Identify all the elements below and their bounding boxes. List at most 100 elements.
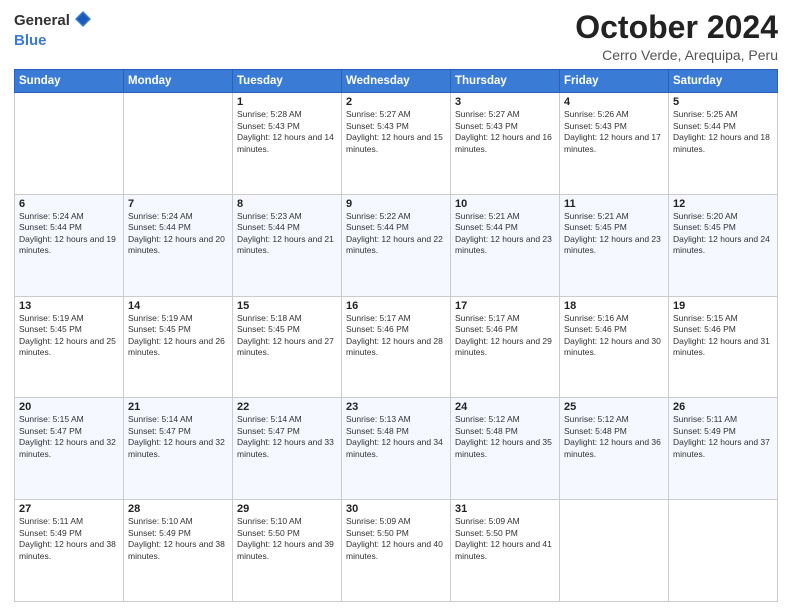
sunrise-text: Sunrise: 5:16 AM bbox=[564, 313, 629, 323]
sunset-text: Sunset: 5:44 PM bbox=[346, 222, 409, 232]
daylight-text: Daylight: 12 hours and 15 minutes. bbox=[346, 132, 443, 153]
day-info: Sunrise: 5:22 AMSunset: 5:44 PMDaylight:… bbox=[346, 211, 446, 257]
day-info: Sunrise: 5:14 AM Sunset: 5:47 PMDaylight:… bbox=[237, 414, 337, 460]
table-row: 2Sunrise: 5:27 AMSunset: 5:43 PMDaylight… bbox=[342, 93, 451, 195]
sunset-text: Sunset: 5:43 PM bbox=[346, 121, 409, 131]
day-info: Sunrise: 5:27 AMSunset: 5:43 PMDaylight:… bbox=[346, 109, 446, 155]
sunrise-text: Sunrise: 5:28 AM bbox=[237, 109, 302, 119]
sunrise-text: Sunrise: 5:12 AM bbox=[564, 414, 629, 424]
logo-flag-icon bbox=[74, 10, 92, 33]
day-number: 19 bbox=[673, 300, 773, 312]
table-row: 27Sunrise: 5:11 AMSunset: 5:49 PMDayligh… bbox=[15, 500, 124, 602]
day-number: 13 bbox=[19, 300, 119, 312]
table-row: 4Sunrise: 5:26 AMSunset: 5:43 PMDaylight… bbox=[560, 93, 669, 195]
day-info: Sunrise: 5:24 AMSunset: 5:44 PMDaylight:… bbox=[19, 211, 119, 257]
table-row: 11Sunrise: 5:21 AMSunset: 5:45 PMDayligh… bbox=[560, 194, 669, 296]
page-title: October 2024 bbox=[575, 10, 778, 45]
daylight-text: Daylight: 12 hours and 35 minutes. bbox=[455, 437, 552, 458]
table-row bbox=[15, 93, 124, 195]
sunset-text: Sunset: 5:50 PM bbox=[237, 528, 300, 538]
header-sunday: Sunday bbox=[15, 70, 124, 93]
table-row: 18Sunrise: 5:16 AMSunset: 5:46 PMDayligh… bbox=[560, 296, 669, 398]
day-number: 23 bbox=[346, 401, 446, 413]
day-number: 3 bbox=[455, 96, 555, 108]
sunset-text: Sunset: 5:47 PM bbox=[237, 426, 300, 436]
day-number: 7 bbox=[128, 198, 228, 210]
daylight-text: Daylight: 12 hours and 14 minutes. bbox=[237, 132, 334, 153]
daylight-text: Daylight: 12 hours and 20 minutes. bbox=[128, 234, 225, 255]
sunrise-text: Sunrise: 5:21 AM bbox=[564, 211, 629, 221]
sunset-text: Sunset: 5:46 PM bbox=[564, 324, 627, 334]
day-number: 21 bbox=[128, 401, 228, 413]
logo-general: General bbox=[14, 13, 70, 30]
daylight-text: Daylight: 12 hours and 30 minutes. bbox=[564, 336, 661, 357]
daylight-text: Daylight: 12 hours and 32 minutes. bbox=[128, 437, 225, 458]
sunrise-text: Sunrise: 5:23 AM bbox=[237, 211, 302, 221]
day-number: 24 bbox=[455, 401, 555, 413]
day-info: Sunrise: 5:20 AMSunset: 5:45 PMDaylight:… bbox=[673, 211, 773, 257]
table-row: 31Sunrise: 5:09 AMSunset: 5:50 PMDayligh… bbox=[451, 500, 560, 602]
table-row: 26Sunrise: 5:11 AMSunset: 5:49 PMDayligh… bbox=[669, 398, 778, 500]
daylight-text: Daylight: 12 hours and 19 minutes. bbox=[19, 234, 116, 255]
weekday-header-row: Sunday Monday Tuesday Wednesday Thursday… bbox=[15, 70, 778, 93]
sunrise-text: Sunrise: 5:09 AM bbox=[455, 516, 520, 526]
sunrise-text: Sunrise: 5:19 AM bbox=[19, 313, 84, 323]
calendar-week-row: 1Sunrise: 5:28 AMSunset: 5:43 PMDaylight… bbox=[15, 93, 778, 195]
day-info: Sunrise: 5:12 AMSunset: 5:48 PMDaylight:… bbox=[455, 414, 555, 460]
day-number: 27 bbox=[19, 503, 119, 515]
day-number: 4 bbox=[564, 96, 664, 108]
daylight-text: Daylight: 12 hours and 38 minutes. bbox=[128, 539, 225, 560]
logo-blue: Blue bbox=[14, 33, 47, 50]
table-row: 29Sunrise: 5:10 AMSunset: 5:50 PMDayligh… bbox=[233, 500, 342, 602]
table-row: 9Sunrise: 5:22 AMSunset: 5:44 PMDaylight… bbox=[342, 194, 451, 296]
day-number: 1 bbox=[237, 96, 337, 108]
sunset-text: Sunset: 5:49 PM bbox=[128, 528, 191, 538]
table-row: 13Sunrise: 5:19 AMSunset: 5:45 PMDayligh… bbox=[15, 296, 124, 398]
day-info: Sunrise: 5:21 AMSunset: 5:44 PMDaylight:… bbox=[455, 211, 555, 257]
table-row: 24Sunrise: 5:12 AMSunset: 5:48 PMDayligh… bbox=[451, 398, 560, 500]
header-saturday: Saturday bbox=[669, 70, 778, 93]
calendar-week-row: 13Sunrise: 5:19 AMSunset: 5:45 PMDayligh… bbox=[15, 296, 778, 398]
sunrise-text: Sunrise: 5:27 AM bbox=[455, 109, 520, 119]
daylight-text: Daylight: 12 hours and 17 minutes. bbox=[564, 132, 661, 153]
sunset-text: Sunset: 5:46 PM bbox=[346, 324, 409, 334]
sunrise-text: Sunrise: 5:20 AM bbox=[673, 211, 738, 221]
daylight-text: Daylight: 12 hours and 24 minutes. bbox=[673, 234, 770, 255]
daylight-text: Daylight: 12 hours and 26 minutes. bbox=[128, 336, 225, 357]
sunrise-text: Sunrise: 5:12 AM bbox=[455, 414, 520, 424]
day-info: Sunrise: 5:16 AMSunset: 5:46 PM Daylight:… bbox=[564, 313, 664, 359]
table-row: 14Sunrise: 5:19 AMSunset: 5:45 PMDayligh… bbox=[124, 296, 233, 398]
daylight-text: Daylight: 12 hours and 40 minutes. bbox=[346, 539, 443, 560]
table-row bbox=[560, 500, 669, 602]
header: General Blue October 2024 Cerro Verde, A… bbox=[14, 10, 778, 63]
day-number: 5 bbox=[673, 96, 773, 108]
daylight-text: Daylight: 12 hours and 37 minutes. bbox=[673, 437, 770, 458]
day-number: 11 bbox=[564, 198, 664, 210]
sunset-text: Sunset: 5:44 PM bbox=[19, 222, 82, 232]
table-row: 20Sunrise: 5:15 AMSunset: 5:47 PMDayligh… bbox=[15, 398, 124, 500]
sunset-text: Sunset: 5:50 PM bbox=[346, 528, 409, 538]
sunrise-text: Sunrise: 5:14 AM bbox=[237, 414, 302, 424]
day-number: 16 bbox=[346, 300, 446, 312]
sunset-text: Sunset: 5:49 PM bbox=[673, 426, 736, 436]
daylight-text: Daylight: 12 hours and 33 minutes. bbox=[237, 437, 334, 458]
sunrise-text: Sunrise: 5:19 AM bbox=[128, 313, 193, 323]
daylight-text: Daylight: 12 hours and 31 minutes. bbox=[673, 336, 770, 357]
daylight-text: Daylight: 12 hours and 22 minutes. bbox=[346, 234, 443, 255]
table-row: 3Sunrise: 5:27 AMSunset: 5:43 PMDaylight… bbox=[451, 93, 560, 195]
sunset-text: Sunset: 5:49 PM bbox=[19, 528, 82, 538]
sunset-text: Sunset: 5:48 PM bbox=[564, 426, 627, 436]
day-info: Sunrise: 5:18 AMSunset: 5:45 PMDaylight:… bbox=[237, 313, 337, 359]
day-number: 17 bbox=[455, 300, 555, 312]
day-info: Sunrise: 5:24 AMSunset: 5:44 PMDaylight:… bbox=[128, 211, 228, 257]
daylight-text: Daylight: 12 hours and 34 minutes. bbox=[346, 437, 443, 458]
calendar-week-row: 6Sunrise: 5:24 AMSunset: 5:44 PMDaylight… bbox=[15, 194, 778, 296]
day-info: Sunrise: 5:15 AMSunset: 5:46 PMDaylight:… bbox=[673, 313, 773, 359]
sunrise-text: Sunrise: 5:17 AM bbox=[346, 313, 411, 323]
day-info: Sunrise: 5:09 AMSunset: 5:50 PMDaylight:… bbox=[455, 516, 555, 562]
daylight-text: Daylight: 12 hours and 39 minutes. bbox=[237, 539, 334, 560]
sunrise-text: Sunrise: 5:10 AM bbox=[237, 516, 302, 526]
daylight-text: Daylight: 12 hours and 38 minutes. bbox=[19, 539, 116, 560]
sunrise-text: Sunrise: 5:24 AM bbox=[128, 211, 193, 221]
table-row: 10Sunrise: 5:21 AMSunset: 5:44 PMDayligh… bbox=[451, 194, 560, 296]
